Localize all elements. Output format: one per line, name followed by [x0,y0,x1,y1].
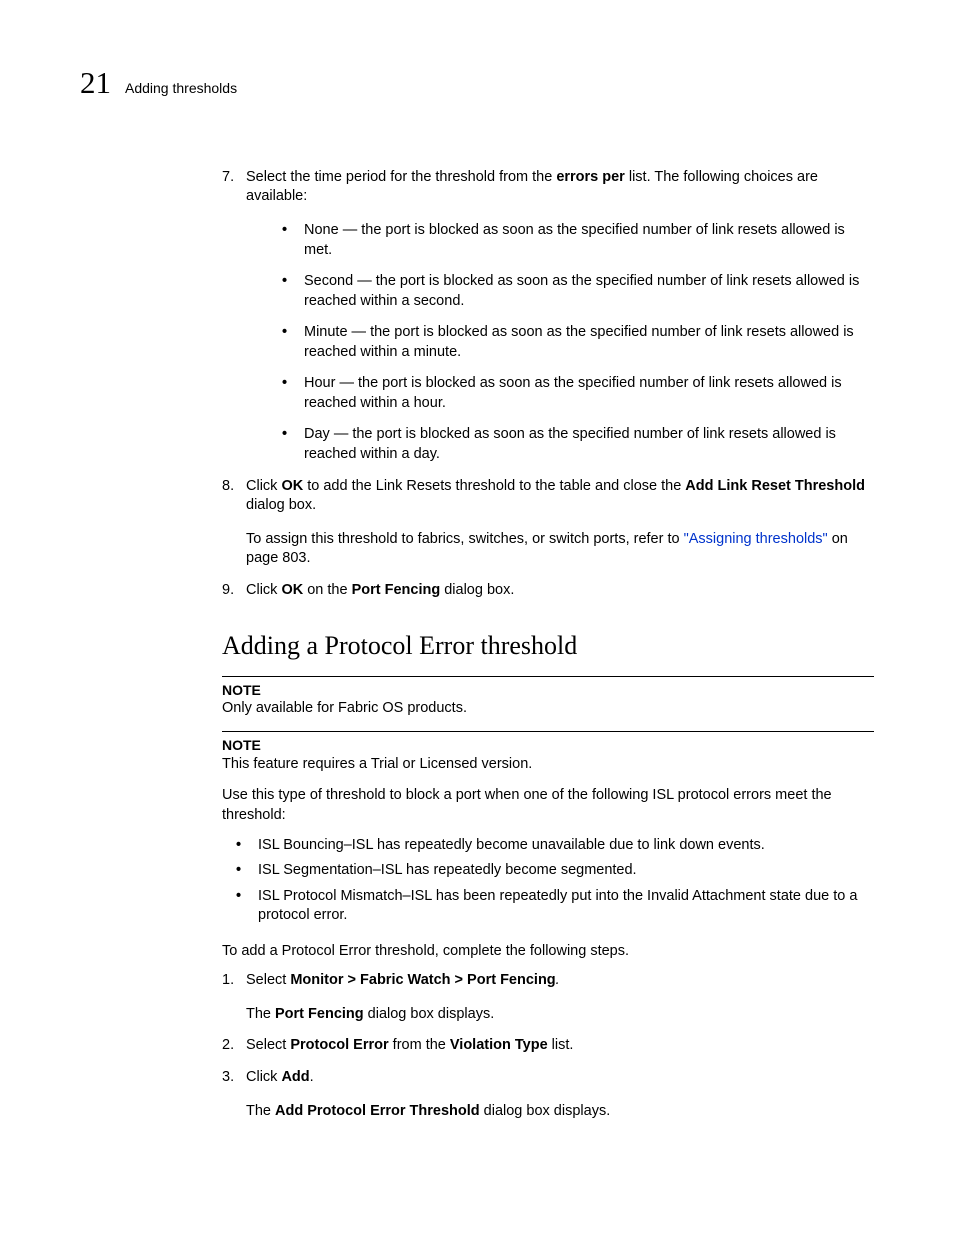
list-item: None — the port is blocked as soon as th… [282,221,874,260]
text: Select [246,1037,290,1053]
step-followup: To assign this threshold to fabrics, swi… [246,530,874,569]
list-item: ISL Protocol Mismatch–ISL has been repea… [236,887,874,926]
bold-text: Add Protocol Error Threshold [275,1103,480,1119]
content-column: 7. Select the time period for the thresh… [222,168,874,1121]
list-item: ISL Bouncing–ISL has repeatedly become u… [236,836,874,856]
step-text: Select Monitor > Fabric Watch > Port Fen… [246,971,874,991]
bold-text: errors per [556,169,625,185]
text: The [246,1103,275,1119]
step-marker: 1. [222,971,234,991]
text: on the [303,582,351,598]
note-text: This feature requires a Trial or License… [222,755,874,775]
note-block: NOTE This feature requires a Trial or Li… [222,731,874,774]
paragraph: Use this type of threshold to block a po… [222,786,874,825]
running-header: 21 Adding thresholds [80,62,874,104]
time-period-options: None — the port is blocked as soon as th… [282,221,874,465]
isl-error-list: ISL Bouncing–ISL has repeatedly become u… [236,836,874,926]
page: 21 Adding thresholds 7. Select the time … [0,0,954,1235]
text: list. [548,1037,574,1053]
proc-step-2: 2. Select Protocol Error from the Violat… [222,1036,874,1056]
note-text: Only available for Fabric OS products. [222,699,874,719]
bold-text: OK [281,478,303,494]
bold-text: OK [281,582,303,598]
text: dialog box. [440,582,514,598]
bold-text: Protocol Error [290,1037,388,1053]
paragraph: To add a Protocol Error threshold, compl… [222,942,874,962]
step-marker: 2. [222,1036,234,1056]
step-marker: 9. [222,581,234,601]
step-marker: 8. [222,477,234,497]
list-item: ISL Segmentation–ISL has repeatedly beco… [236,861,874,881]
bold-text: Port Fencing [275,1006,364,1022]
text: dialog box. [246,497,316,513]
text: dialog box displays. [480,1103,611,1119]
step-marker: 7. [222,168,234,188]
step-text: Click OK on the Port Fencing dialog box. [246,581,874,601]
text: to add the Link Resets threshold to the … [303,478,685,494]
text: dialog box displays. [364,1006,495,1022]
proc-step-1: 1. Select Monitor > Fabric Watch > Port … [222,971,874,1024]
chapter-number: 21 [80,62,111,104]
note-label: NOTE [222,681,874,700]
chapter-title: Adding thresholds [125,79,237,98]
step-8: 8. Click OK to add the Link Resets thres… [222,477,874,569]
section-heading: Adding a Protocol Error threshold [222,628,874,663]
text: Click [246,478,281,494]
step-text: Select the time period for the threshold… [246,168,874,207]
bold-text: Add Link Reset Threshold [685,478,865,494]
step-text: Click Add. [246,1068,874,1088]
list-item: Day — the port is blocked as soon as the… [282,425,874,464]
step-7: 7. Select the time period for the thresh… [222,168,874,465]
text: Select [246,972,290,988]
continued-steps-list: 7. Select the time period for the thresh… [222,168,874,601]
step-text: Click OK to add the Link Resets threshol… [246,477,874,516]
note-rule [222,731,874,732]
text: Select the time period for the threshold… [246,169,556,185]
text: The [246,1006,275,1022]
list-item: Hour — the port is blocked as soon as th… [282,374,874,413]
bold-text: Violation Type [450,1037,548,1053]
text: . [310,1069,314,1085]
italic-text: . [556,972,560,988]
list-item: Minute — the port is blocked as soon as … [282,323,874,362]
step-followup: The Add Protocol Error Threshold dialog … [246,1102,874,1122]
bold-text: Monitor > Fabric Watch > Port Fencing [290,972,555,988]
bold-text: Add [281,1069,309,1085]
bold-text: Port Fencing [352,582,441,598]
step-followup: The Port Fencing dialog box displays. [246,1005,874,1025]
step-9: 9. Click OK on the Port Fencing dialog b… [222,581,874,601]
text: from the [389,1037,450,1053]
step-text: Select Protocol Error from the Violation… [246,1036,874,1056]
cross-reference-link[interactable]: "Assigning thresholds" [684,531,828,547]
text: To assign this threshold to fabrics, swi… [246,531,684,547]
text: Click [246,1069,281,1085]
note-rule [222,676,874,677]
proc-step-3: 3. Click Add. The Add Protocol Error Thr… [222,1068,874,1121]
procedure-steps-list: 1. Select Monitor > Fabric Watch > Port … [222,971,874,1121]
list-item: Second — the port is blocked as soon as … [282,272,874,311]
note-label: NOTE [222,736,874,755]
step-marker: 3. [222,1068,234,1088]
text: Click [246,582,281,598]
note-block: NOTE Only available for Fabric OS produc… [222,676,874,719]
